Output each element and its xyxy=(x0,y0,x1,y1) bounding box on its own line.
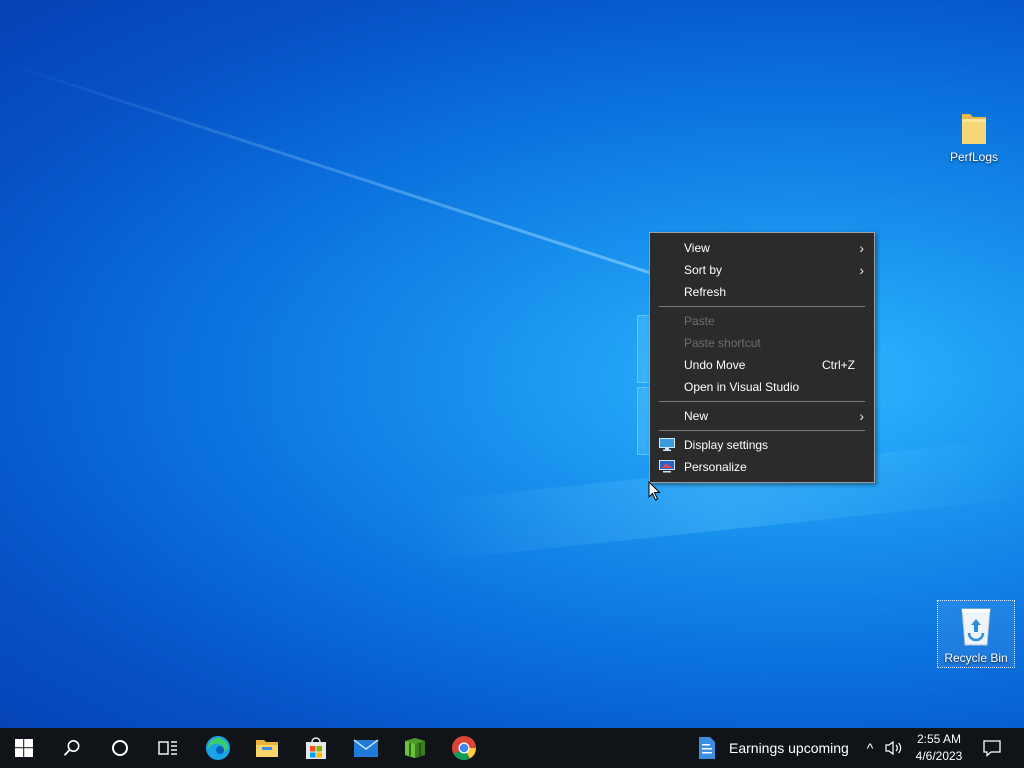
taskbar-app-file-explorer[interactable] xyxy=(243,728,291,768)
cortana-icon xyxy=(112,740,128,756)
news-widget[interactable]: Earnings upcoming xyxy=(696,728,849,768)
menu-separator xyxy=(659,306,865,307)
menu-item-label: New xyxy=(684,409,709,423)
menu-item-label: Sort by xyxy=(684,263,723,277)
speaker-icon xyxy=(885,740,902,756)
menu-item-paste: Paste xyxy=(650,310,874,332)
minecraft-icon xyxy=(405,738,425,758)
desktop-context-menu: View › Sort by › Refresh Paste Paste sho… xyxy=(649,232,875,483)
chevron-right-icon: › xyxy=(859,408,864,424)
chrome-icon xyxy=(452,736,477,761)
news-document-icon xyxy=(699,737,715,759)
menu-item-display-settings[interactable]: Display settings xyxy=(650,434,874,456)
chevron-right-icon: › xyxy=(859,262,864,278)
taskbar-app-mail[interactable] xyxy=(342,728,390,768)
menu-item-label: Display settings xyxy=(684,438,769,452)
volume-button[interactable] xyxy=(884,728,904,768)
windows-start-icon xyxy=(15,739,33,757)
menu-item-undo-move[interactable]: Undo Move Ctrl+Z xyxy=(650,354,874,376)
clock-date: 4/6/2023 xyxy=(915,749,963,763)
notification-icon xyxy=(983,740,1001,757)
desktop-icon-label: Recycle Bin xyxy=(944,651,1008,665)
desktop-icon-recycle-bin[interactable]: Recycle Bin xyxy=(937,600,1015,668)
microsoft-store-icon xyxy=(306,737,326,759)
personalize-icon xyxy=(659,460,675,473)
menu-separator xyxy=(659,401,865,402)
start-button[interactable] xyxy=(0,728,48,768)
cortana-button[interactable] xyxy=(96,728,144,768)
menu-item-paste-shortcut: Paste shortcut xyxy=(650,332,874,354)
task-view-button[interactable] xyxy=(144,728,192,768)
taskbar: Earnings upcoming ^ 2:55 AM 4/6/2023 xyxy=(0,728,1024,768)
taskbar-app-edge[interactable] xyxy=(194,728,242,768)
display-icon xyxy=(659,438,675,451)
taskbar-app-microsoft-store[interactable] xyxy=(292,728,340,768)
menu-item-view[interactable]: View › xyxy=(650,237,874,259)
menu-item-label: Personalize xyxy=(684,460,747,474)
search-icon xyxy=(63,740,80,756)
menu-item-label: View xyxy=(684,241,710,255)
menu-item-personalize[interactable]: Personalize xyxy=(650,456,874,478)
menu-item-label: Refresh xyxy=(684,285,727,299)
chevron-up-icon: ^ xyxy=(866,740,874,756)
clock-time: 2:55 AM xyxy=(916,732,962,746)
chevron-right-icon: › xyxy=(859,240,864,256)
taskbar-clock[interactable]: 2:55 AM 4/6/2023 xyxy=(906,731,972,765)
desktop[interactable]: PerfLogs Recycle Bin View › Sort by › Re… xyxy=(0,0,1024,728)
mail-icon xyxy=(353,739,379,757)
menu-separator xyxy=(659,430,865,431)
file-explorer-icon xyxy=(256,740,278,757)
desktop-icon-perflogs[interactable]: PerfLogs xyxy=(936,108,1012,164)
menu-item-label: Open in Visual Studio xyxy=(684,380,800,394)
menu-item-new[interactable]: New › xyxy=(650,405,874,427)
folder-icon xyxy=(962,114,986,144)
mouse-cursor-icon xyxy=(648,481,661,501)
taskbar-app-minecraft[interactable] xyxy=(391,728,439,768)
recycle-bin-icon xyxy=(961,608,991,646)
menu-item-open-in-visual-studio[interactable]: Open in Visual Studio xyxy=(650,376,874,398)
task-view-icon xyxy=(158,741,177,755)
wallpaper-light-beam xyxy=(0,60,742,304)
notification-center-button[interactable] xyxy=(980,728,1004,768)
menu-item-refresh[interactable]: Refresh xyxy=(650,281,874,303)
menu-item-sort-by[interactable]: Sort by › xyxy=(650,259,874,281)
edge-icon xyxy=(206,736,230,760)
taskbar-app-chrome[interactable] xyxy=(440,728,488,768)
menu-item-label: Undo Move xyxy=(684,358,746,372)
desktop-icon-label: PerfLogs xyxy=(949,150,999,164)
news-widget-text: Earnings upcoming xyxy=(729,740,849,756)
show-hidden-icons-button[interactable]: ^ xyxy=(862,728,878,768)
search-button[interactable] xyxy=(48,728,96,768)
menu-item-label: Paste xyxy=(684,314,715,328)
menu-item-shortcut: Ctrl+Z xyxy=(822,358,855,372)
menu-item-label: Paste shortcut xyxy=(684,336,761,350)
